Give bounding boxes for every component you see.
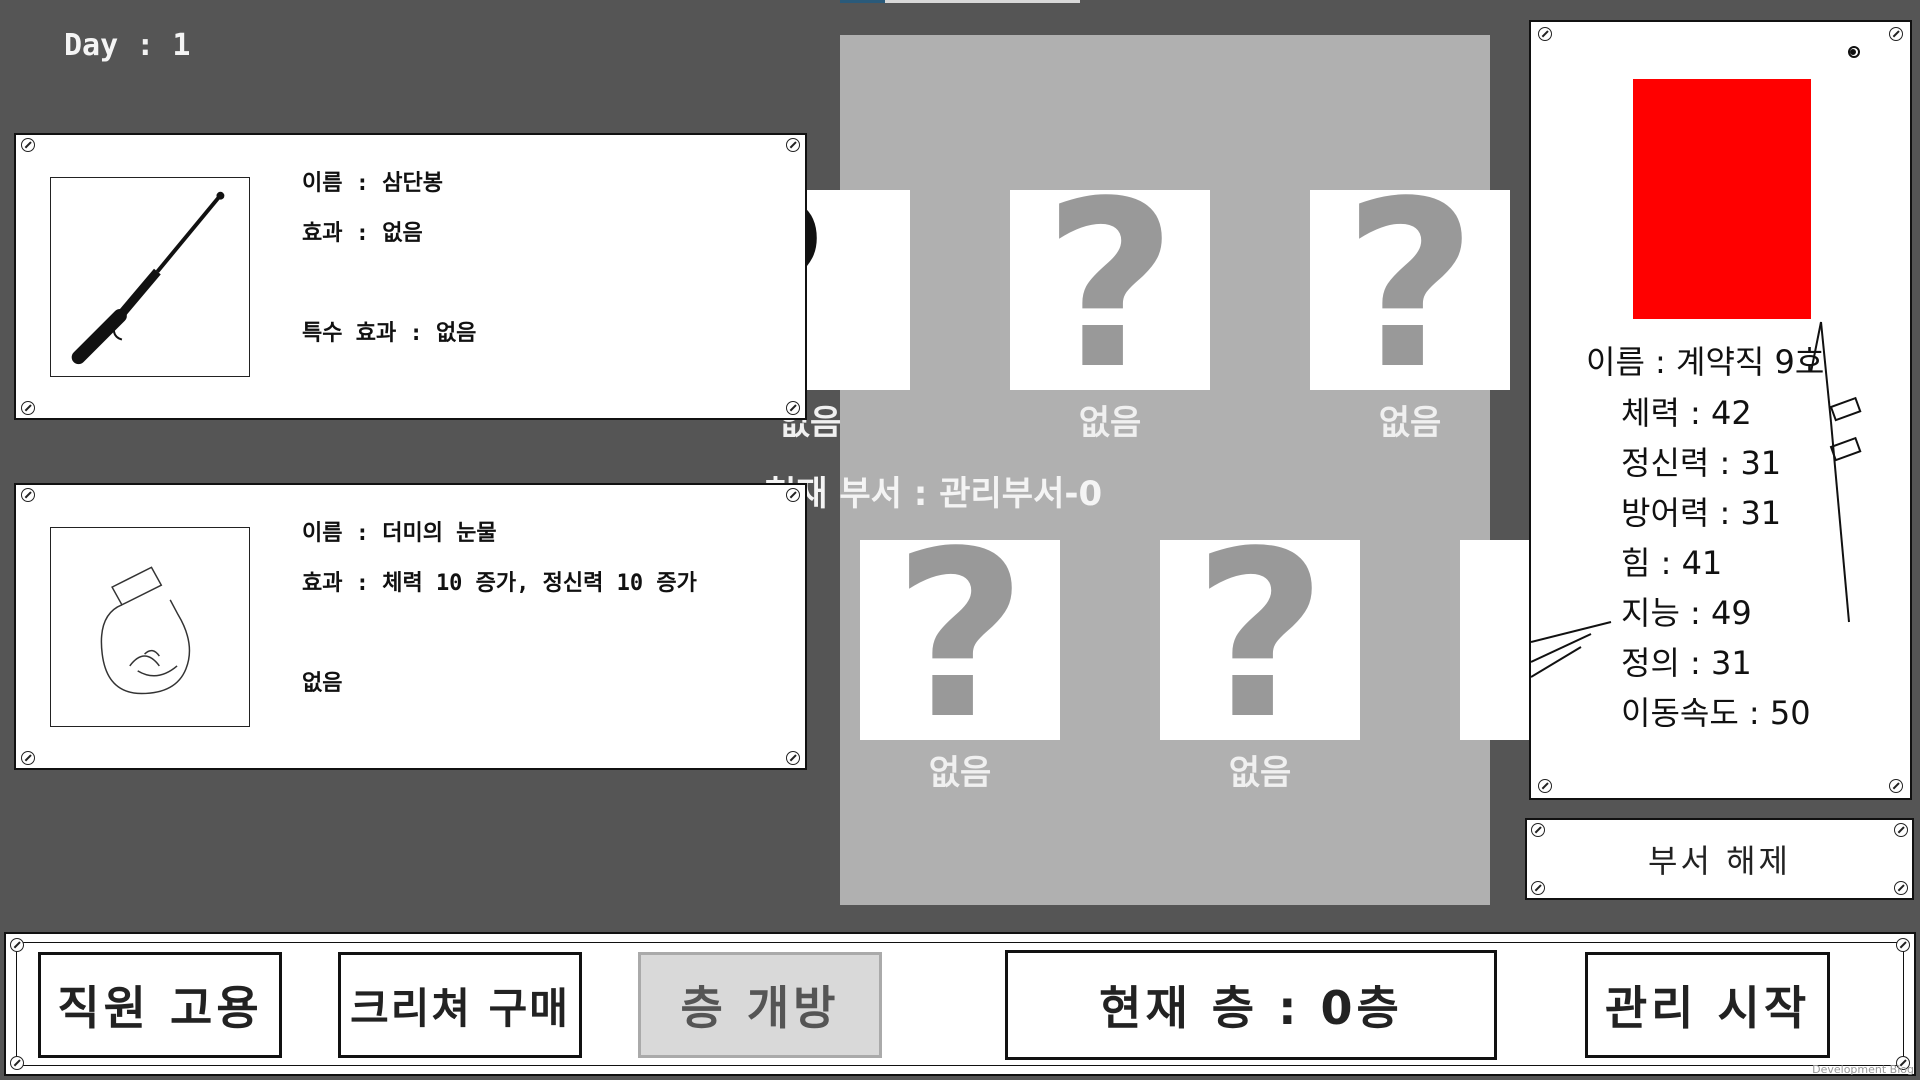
employee-stat: 방어력 : 31 <box>1621 494 1782 532</box>
buy-creature-button[interactable]: 크리쳐 구매 <box>338 952 582 1058</box>
open-floor-button[interactable]: 층 개방 <box>638 952 882 1058</box>
item-info-panel: 이름 : 삼단봉 효과 : 없음 특수 효과 : 없음 <box>14 133 807 420</box>
employee-stat: 체력 : 42 <box>1621 394 1752 432</box>
slot-label: 없음 <box>928 753 992 793</box>
slot-card[interactable]: ? <box>1160 522 1360 752</box>
baton-icon <box>50 177 250 377</box>
employee-stat: 정신력 : 31 <box>1621 444 1782 482</box>
slot-card[interactable]: ? <box>860 522 1060 752</box>
item-effect: 효과 : 체력 10 증가, 정신력 10 증가 <box>302 571 697 596</box>
unassign-label: 부서 해제 <box>1648 842 1791 880</box>
unknown-creature-icon: ? <box>1193 503 1327 770</box>
employee-stat: 지능 : 49 <box>1621 594 1752 632</box>
watermark: Development Blog <box>1812 1063 1914 1076</box>
slot-label: 없음 <box>1378 403 1442 443</box>
unknown-creature-icon: ? <box>893 503 1027 770</box>
start-management-button[interactable]: 관리 시작 <box>1585 952 1830 1058</box>
unassign-department-button[interactable]: 부서 해제 <box>1525 818 1914 900</box>
top-tab-indicator <box>840 0 885 3</box>
slot-label: 없음 <box>1228 753 1292 793</box>
top-tab-indicator-light <box>885 0 1080 3</box>
item-special-effect: 특수 효과 : 없음 <box>302 321 477 346</box>
employee-info-panel: 이름 : 계약직 9호 체력 : 42 정신력 : 31 방어력 : 31 힘 … <box>1529 20 1912 800</box>
current-floor-display: 현재 층 : 0층 <box>1005 950 1497 1060</box>
unknown-creature-icon: ? <box>1043 153 1177 420</box>
jar-icon <box>50 527 250 727</box>
employee-name: 이름 : 계약직 9호 <box>1586 343 1825 381</box>
day-counter: Day : 1 <box>64 28 191 63</box>
item-name: 이름 : 더미의 눈물 <box>302 521 497 546</box>
item-name: 이름 : 삼단봉 <box>302 171 443 196</box>
hire-employee-button[interactable]: 직원 고용 <box>38 952 282 1058</box>
slot-label: 없음 <box>1078 403 1142 443</box>
slot-card[interactable]: ? <box>1310 172 1510 402</box>
employee-stat: 정의 : 31 <box>1621 644 1752 682</box>
unknown-creature-icon: ? <box>1343 153 1477 420</box>
item-effect: 효과 : 없음 <box>302 221 423 246</box>
employee-stat: 이동속도 : 50 <box>1621 694 1811 732</box>
item-info-panel: 이름 : 더미의 눈물 효과 : 체력 10 증가, 정신력 10 증가 없음 <box>14 483 807 770</box>
slot-card[interactable]: ? <box>1010 172 1210 402</box>
item-special-effect: 없음 <box>302 671 343 696</box>
employee-stat: 힘 : 41 <box>1621 544 1723 582</box>
